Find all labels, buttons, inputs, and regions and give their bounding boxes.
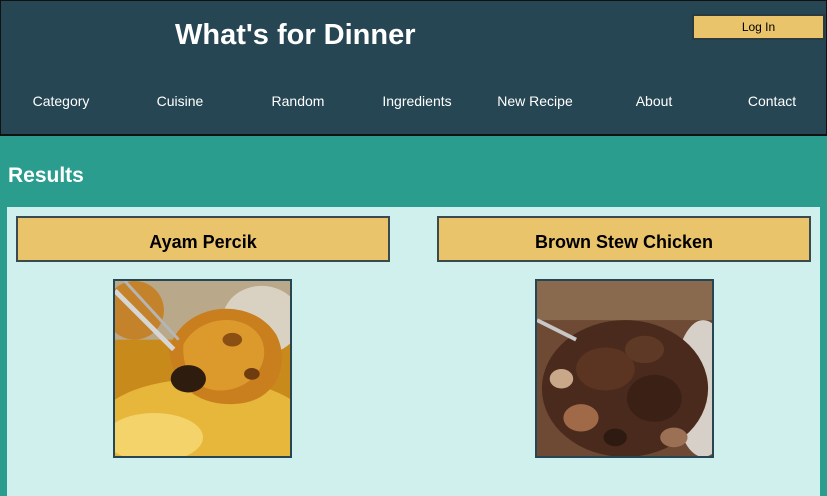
nav-item-category[interactable]: Category xyxy=(2,93,120,109)
main-nav: Category Cuisine Random Ingredients New … xyxy=(1,93,827,117)
nav-item-about[interactable]: About xyxy=(595,93,713,109)
ayam-percik-photo xyxy=(115,281,290,456)
results-title: Results xyxy=(8,164,84,187)
recipe-card-title[interactable]: Ayam Percik xyxy=(16,216,390,262)
nav-item-random[interactable]: Random xyxy=(239,93,357,109)
site-header: What's for Dinner Log In Category Cuisin… xyxy=(0,0,827,136)
recipe-card-title[interactable]: Brown Stew Chicken xyxy=(437,216,811,262)
nav-item-contact[interactable]: Contact xyxy=(713,93,827,109)
results-panel: Ayam Percik Brown Stew Chicken xyxy=(7,207,820,496)
recipe-image-ayam-percik[interactable] xyxy=(113,279,292,458)
login-button[interactable]: Log In xyxy=(692,14,825,40)
recipe-image-brown-stew-chicken[interactable] xyxy=(535,279,714,458)
brown-stew-chicken-photo xyxy=(537,281,712,456)
nav-item-new-recipe[interactable]: New Recipe xyxy=(476,93,594,109)
nav-item-ingredients[interactable]: Ingredients xyxy=(358,93,476,109)
nav-item-cuisine[interactable]: Cuisine xyxy=(121,93,239,109)
site-title: What's for Dinner xyxy=(175,19,416,51)
